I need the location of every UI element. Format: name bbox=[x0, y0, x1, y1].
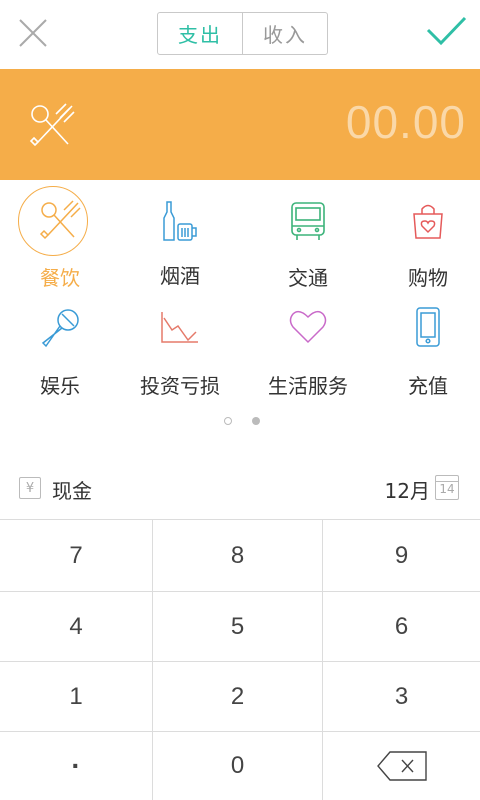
category-entertainment[interactable]: 娱乐 bbox=[0, 300, 120, 400]
bus-icon bbox=[291, 202, 325, 240]
category-label: 充值 bbox=[408, 374, 448, 398]
page-dot[interactable] bbox=[224, 417, 232, 425]
page-dot-active[interactable] bbox=[252, 417, 260, 425]
close-button[interactable] bbox=[16, 16, 50, 50]
account-date-row: ¥ 现金 12月 14 bbox=[0, 462, 480, 520]
key-8[interactable]: 8 bbox=[153, 520, 323, 592]
calendar-day: 14 bbox=[439, 482, 455, 496]
key-9[interactable]: 9 bbox=[323, 520, 480, 592]
confirm-button[interactable] bbox=[424, 14, 468, 50]
key-4[interactable]: 4 bbox=[0, 592, 153, 662]
shopping-bag-icon bbox=[413, 204, 443, 239]
microphone-icon bbox=[41, 309, 79, 348]
key-0[interactable]: 0 bbox=[153, 732, 323, 800]
category-transport[interactable]: 交通 bbox=[248, 182, 368, 292]
tab-expense[interactable]: 支出 bbox=[158, 13, 242, 54]
category-top-up[interactable]: 充值 bbox=[368, 300, 480, 400]
page-indicator bbox=[0, 417, 480, 427]
account-selector[interactable]: 现金 bbox=[52, 475, 92, 504]
category-label: 投资亏损 bbox=[140, 374, 220, 398]
heart-icon bbox=[289, 310, 327, 344]
key-5[interactable]: 5 bbox=[153, 592, 323, 662]
bottle-beer-icon bbox=[163, 201, 197, 241]
top-bar: 支出 收入 bbox=[0, 0, 480, 69]
backspace-button[interactable] bbox=[323, 732, 480, 800]
loss-chart-icon bbox=[161, 312, 198, 343]
date-selector[interactable]: 12月 bbox=[385, 475, 430, 504]
numeric-keypad: 7 8 9 4 5 6 1 2 3 · 0 bbox=[0, 520, 480, 800]
category-investment-loss[interactable]: 投资亏损 bbox=[120, 300, 240, 400]
category-label: 生活服务 bbox=[268, 374, 348, 398]
category-dining[interactable]: 餐饮 bbox=[0, 182, 120, 292]
tab-income[interactable]: 收入 bbox=[242, 13, 327, 54]
key-decimal[interactable]: · bbox=[0, 732, 153, 800]
key-3[interactable]: 3 bbox=[323, 662, 480, 732]
fork-spoon-icon bbox=[39, 200, 81, 240]
category-label: 购物 bbox=[408, 266, 448, 290]
calendar-icon[interactable]: 14 bbox=[435, 475, 459, 500]
category-label: 烟酒 bbox=[160, 264, 200, 288]
yuan-icon: ¥ bbox=[19, 477, 41, 499]
category-tobacco-alcohol[interactable]: 烟酒 bbox=[120, 182, 240, 292]
key-6[interactable]: 6 bbox=[323, 592, 480, 662]
category-shopping[interactable]: 购物 bbox=[368, 182, 480, 292]
backspace-icon bbox=[376, 751, 427, 781]
close-icon bbox=[19, 19, 47, 47]
amount-display: 00.00 bbox=[345, 96, 466, 148]
phone-icon bbox=[416, 307, 440, 347]
category-label: 餐饮 bbox=[40, 266, 80, 290]
key-1[interactable]: 1 bbox=[0, 662, 153, 732]
key-2[interactable]: 2 bbox=[153, 662, 323, 732]
category-label: 娱乐 bbox=[40, 374, 80, 398]
category-label: 交通 bbox=[288, 266, 328, 290]
type-segmented-control: 支出 收入 bbox=[157, 12, 328, 55]
checkmark-icon bbox=[426, 16, 467, 46]
category-life-services[interactable]: 生活服务 bbox=[248, 300, 368, 400]
amount-banner: 00.00 bbox=[0, 69, 480, 180]
fork-spoon-icon bbox=[26, 102, 78, 148]
key-7[interactable]: 7 bbox=[0, 520, 153, 592]
